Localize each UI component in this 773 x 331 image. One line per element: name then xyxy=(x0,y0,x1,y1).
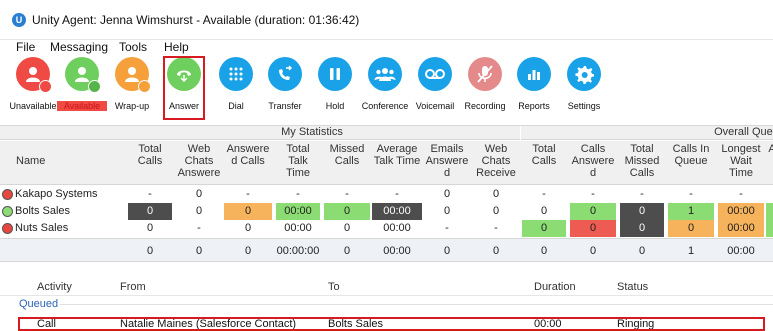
col-calls-in-queue[interactable]: Calls In Queue xyxy=(668,143,714,185)
menu-help[interactable]: Help xyxy=(164,40,189,54)
col-answered-calls[interactable]: Answere d Calls xyxy=(224,143,272,185)
answer-highlight-box xyxy=(163,56,205,120)
queued-group-label: Queued xyxy=(19,298,59,310)
group-divider xyxy=(60,304,773,305)
col-activity[interactable]: Activity xyxy=(37,281,72,293)
statistics-grid: My Statistics Overall Queue Name Total C… xyxy=(0,126,773,262)
reports-icon xyxy=(517,57,551,91)
activity-row-highlight-box xyxy=(18,317,765,331)
transfer-icon xyxy=(268,57,302,91)
recording-button[interactable]: Recording xyxy=(460,57,510,123)
menu-messaging[interactable]: Messaging xyxy=(50,40,108,54)
table-row[interactable]: Kakapo Systems - 0 - - - - 0 0 - - - - - xyxy=(0,186,773,203)
status-dot-icon xyxy=(2,206,13,217)
activity-panel: Activity From To Duration Status Queued … xyxy=(0,270,773,331)
overall-queues-header: Overall Queue xyxy=(521,126,773,140)
totals-row: 0 0 0 00:00:00 0 00:00 0 0 0 0 0 1 00:00 xyxy=(0,238,773,262)
table-row[interactable]: Nuts Sales 0 - 0 00:00 0 00:00 - - 0 0 0… xyxy=(0,220,773,237)
unavailable-user-icon xyxy=(16,57,52,93)
dial-button[interactable]: Dial xyxy=(211,57,261,123)
available-user-icon xyxy=(65,57,101,93)
menu-tools[interactable]: Tools xyxy=(119,40,147,54)
my-statistics-header: My Statistics xyxy=(0,126,520,140)
voicemail-button[interactable]: Voicemail xyxy=(410,57,460,123)
conference-icon xyxy=(368,57,402,91)
unavailable-button[interactable]: Unavailable xyxy=(8,57,58,123)
col-duration[interactable]: Duration xyxy=(534,281,576,293)
dial-pad-icon xyxy=(219,57,253,91)
hold-button[interactable]: Hold xyxy=(310,57,360,123)
wrap-up-button[interactable]: Wrap-up xyxy=(107,57,157,123)
settings-gear-icon xyxy=(567,57,601,91)
transfer-button[interactable]: Transfer xyxy=(260,57,310,123)
table-row[interactable]: Bolts Sales 0 0 0 00:00 0 00:00 0 0 0 0 … xyxy=(0,203,773,220)
col-web-chats-received[interactable]: Web Chats Receive xyxy=(474,143,518,185)
col-total-talk-time[interactable]: Total Talk Time xyxy=(276,143,320,185)
status-dot-icon xyxy=(2,223,13,234)
toolbar: Unavailable Available Wrap-up Answer Dia… xyxy=(0,54,773,126)
wrapup-user-icon xyxy=(115,57,151,93)
hold-icon xyxy=(318,57,352,91)
col-queue-total-calls[interactable]: Total Calls xyxy=(522,143,566,185)
reports-button[interactable]: Reports xyxy=(509,57,559,123)
col-total-calls[interactable]: Total Calls xyxy=(128,143,172,185)
col-to[interactable]: To xyxy=(328,281,340,293)
stats-column-headers: Name Total Calls Web Chats Answere Answe… xyxy=(0,141,773,185)
conference-button[interactable]: Conference xyxy=(360,57,410,123)
col-average-talk-time[interactable]: Average Talk Time xyxy=(372,143,422,185)
col-truncated[interactable]: A xyxy=(766,143,773,185)
voicemail-icon xyxy=(418,57,452,91)
col-from[interactable]: From xyxy=(120,281,146,293)
settings-button[interactable]: Settings xyxy=(559,57,609,123)
col-queue-total-missed[interactable]: Total Missed Calls xyxy=(620,143,664,185)
col-longest-wait-time[interactable]: Longest Wait Time xyxy=(718,143,764,185)
available-button[interactable]: Available xyxy=(57,57,107,123)
title-bar: U Unity Agent: Jenna Wimshurst - Availab… xyxy=(0,0,773,40)
window-title: Unity Agent: Jenna Wimshurst - Available… xyxy=(32,13,360,27)
col-missed-calls[interactable]: Missed Calls xyxy=(324,143,370,185)
menu-file[interactable]: File xyxy=(16,40,35,54)
menu-bar: File Messaging Tools Help xyxy=(0,40,773,54)
col-queue-calls-answered[interactable]: Calls Answere d xyxy=(570,143,616,185)
col-web-chats-answered[interactable]: Web Chats Answere xyxy=(176,143,222,185)
unity-app-icon: U xyxy=(12,13,26,27)
activity-column-headers: Activity From To Duration Status xyxy=(0,278,773,296)
col-status[interactable]: Status xyxy=(617,281,648,293)
recording-off-icon xyxy=(468,57,502,91)
status-dot-icon xyxy=(2,189,13,200)
col-emails-answered[interactable]: Emails Answere d xyxy=(424,143,470,185)
